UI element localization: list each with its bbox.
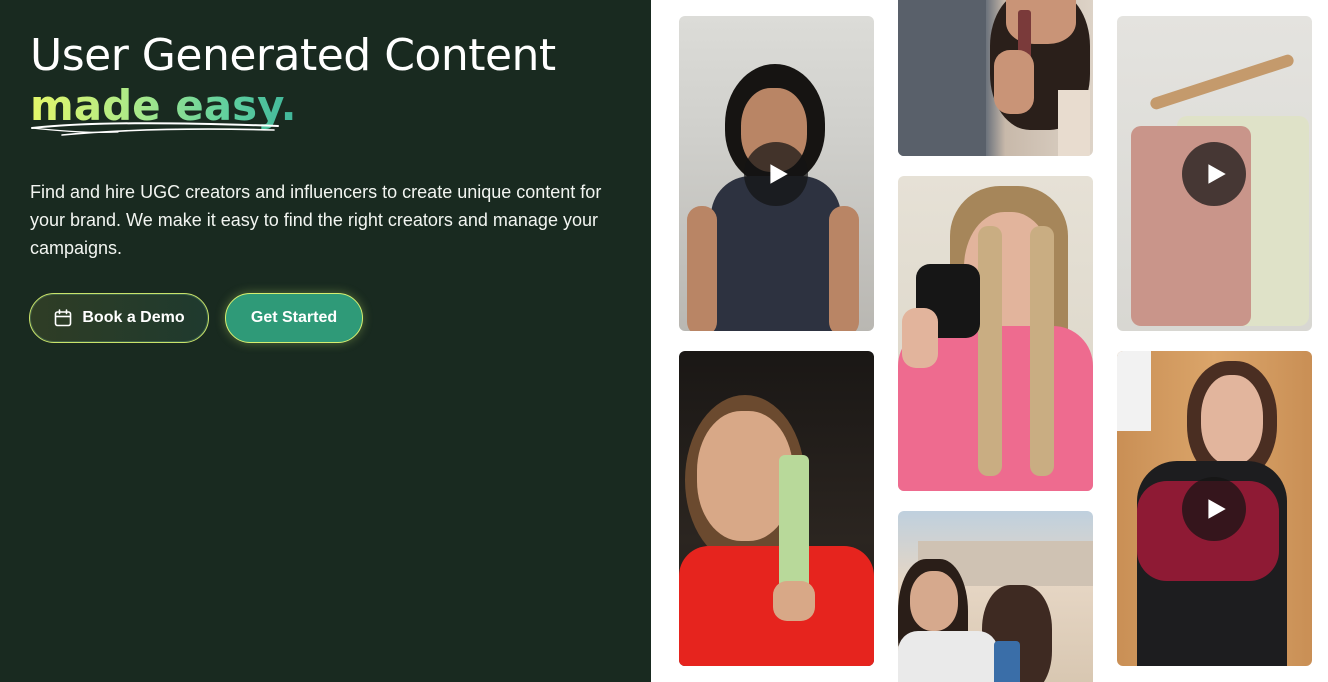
- underline-scribble-icon: [31, 122, 279, 136]
- get-started-label: Get Started: [250, 309, 338, 326]
- creator-skincare-tube-video[interactable]: [679, 351, 874, 666]
- ugc-video-gallery: [651, 0, 1328, 682]
- calendar-icon: [55, 309, 72, 327]
- creator-clothes-hanger-video[interactable]: [1117, 16, 1312, 331]
- hero-section: User Generated Content made easy. Find a…: [0, 0, 651, 682]
- creator-serum-bottle-video[interactable]: [898, 0, 1093, 156]
- book-demo-label: Book a Demo: [82, 309, 185, 326]
- play-icon[interactable]: [744, 142, 808, 206]
- book-demo-button[interactable]: Book a Demo: [29, 293, 209, 343]
- creator-dog-video[interactable]: [898, 511, 1093, 682]
- play-icon[interactable]: [1182, 477, 1246, 541]
- creator-curly-hair-video[interactable]: [679, 16, 874, 331]
- hero-headline: User Generated Content: [30, 30, 556, 81]
- hero-description: Find and hire UGC creators and influence…: [30, 182, 602, 258]
- creator-sweater-video[interactable]: [1117, 351, 1312, 666]
- creator-braids-camera-mug-video[interactable]: [898, 176, 1093, 491]
- get-started-button[interactable]: Get Started: [225, 293, 363, 343]
- play-icon[interactable]: [1182, 142, 1246, 206]
